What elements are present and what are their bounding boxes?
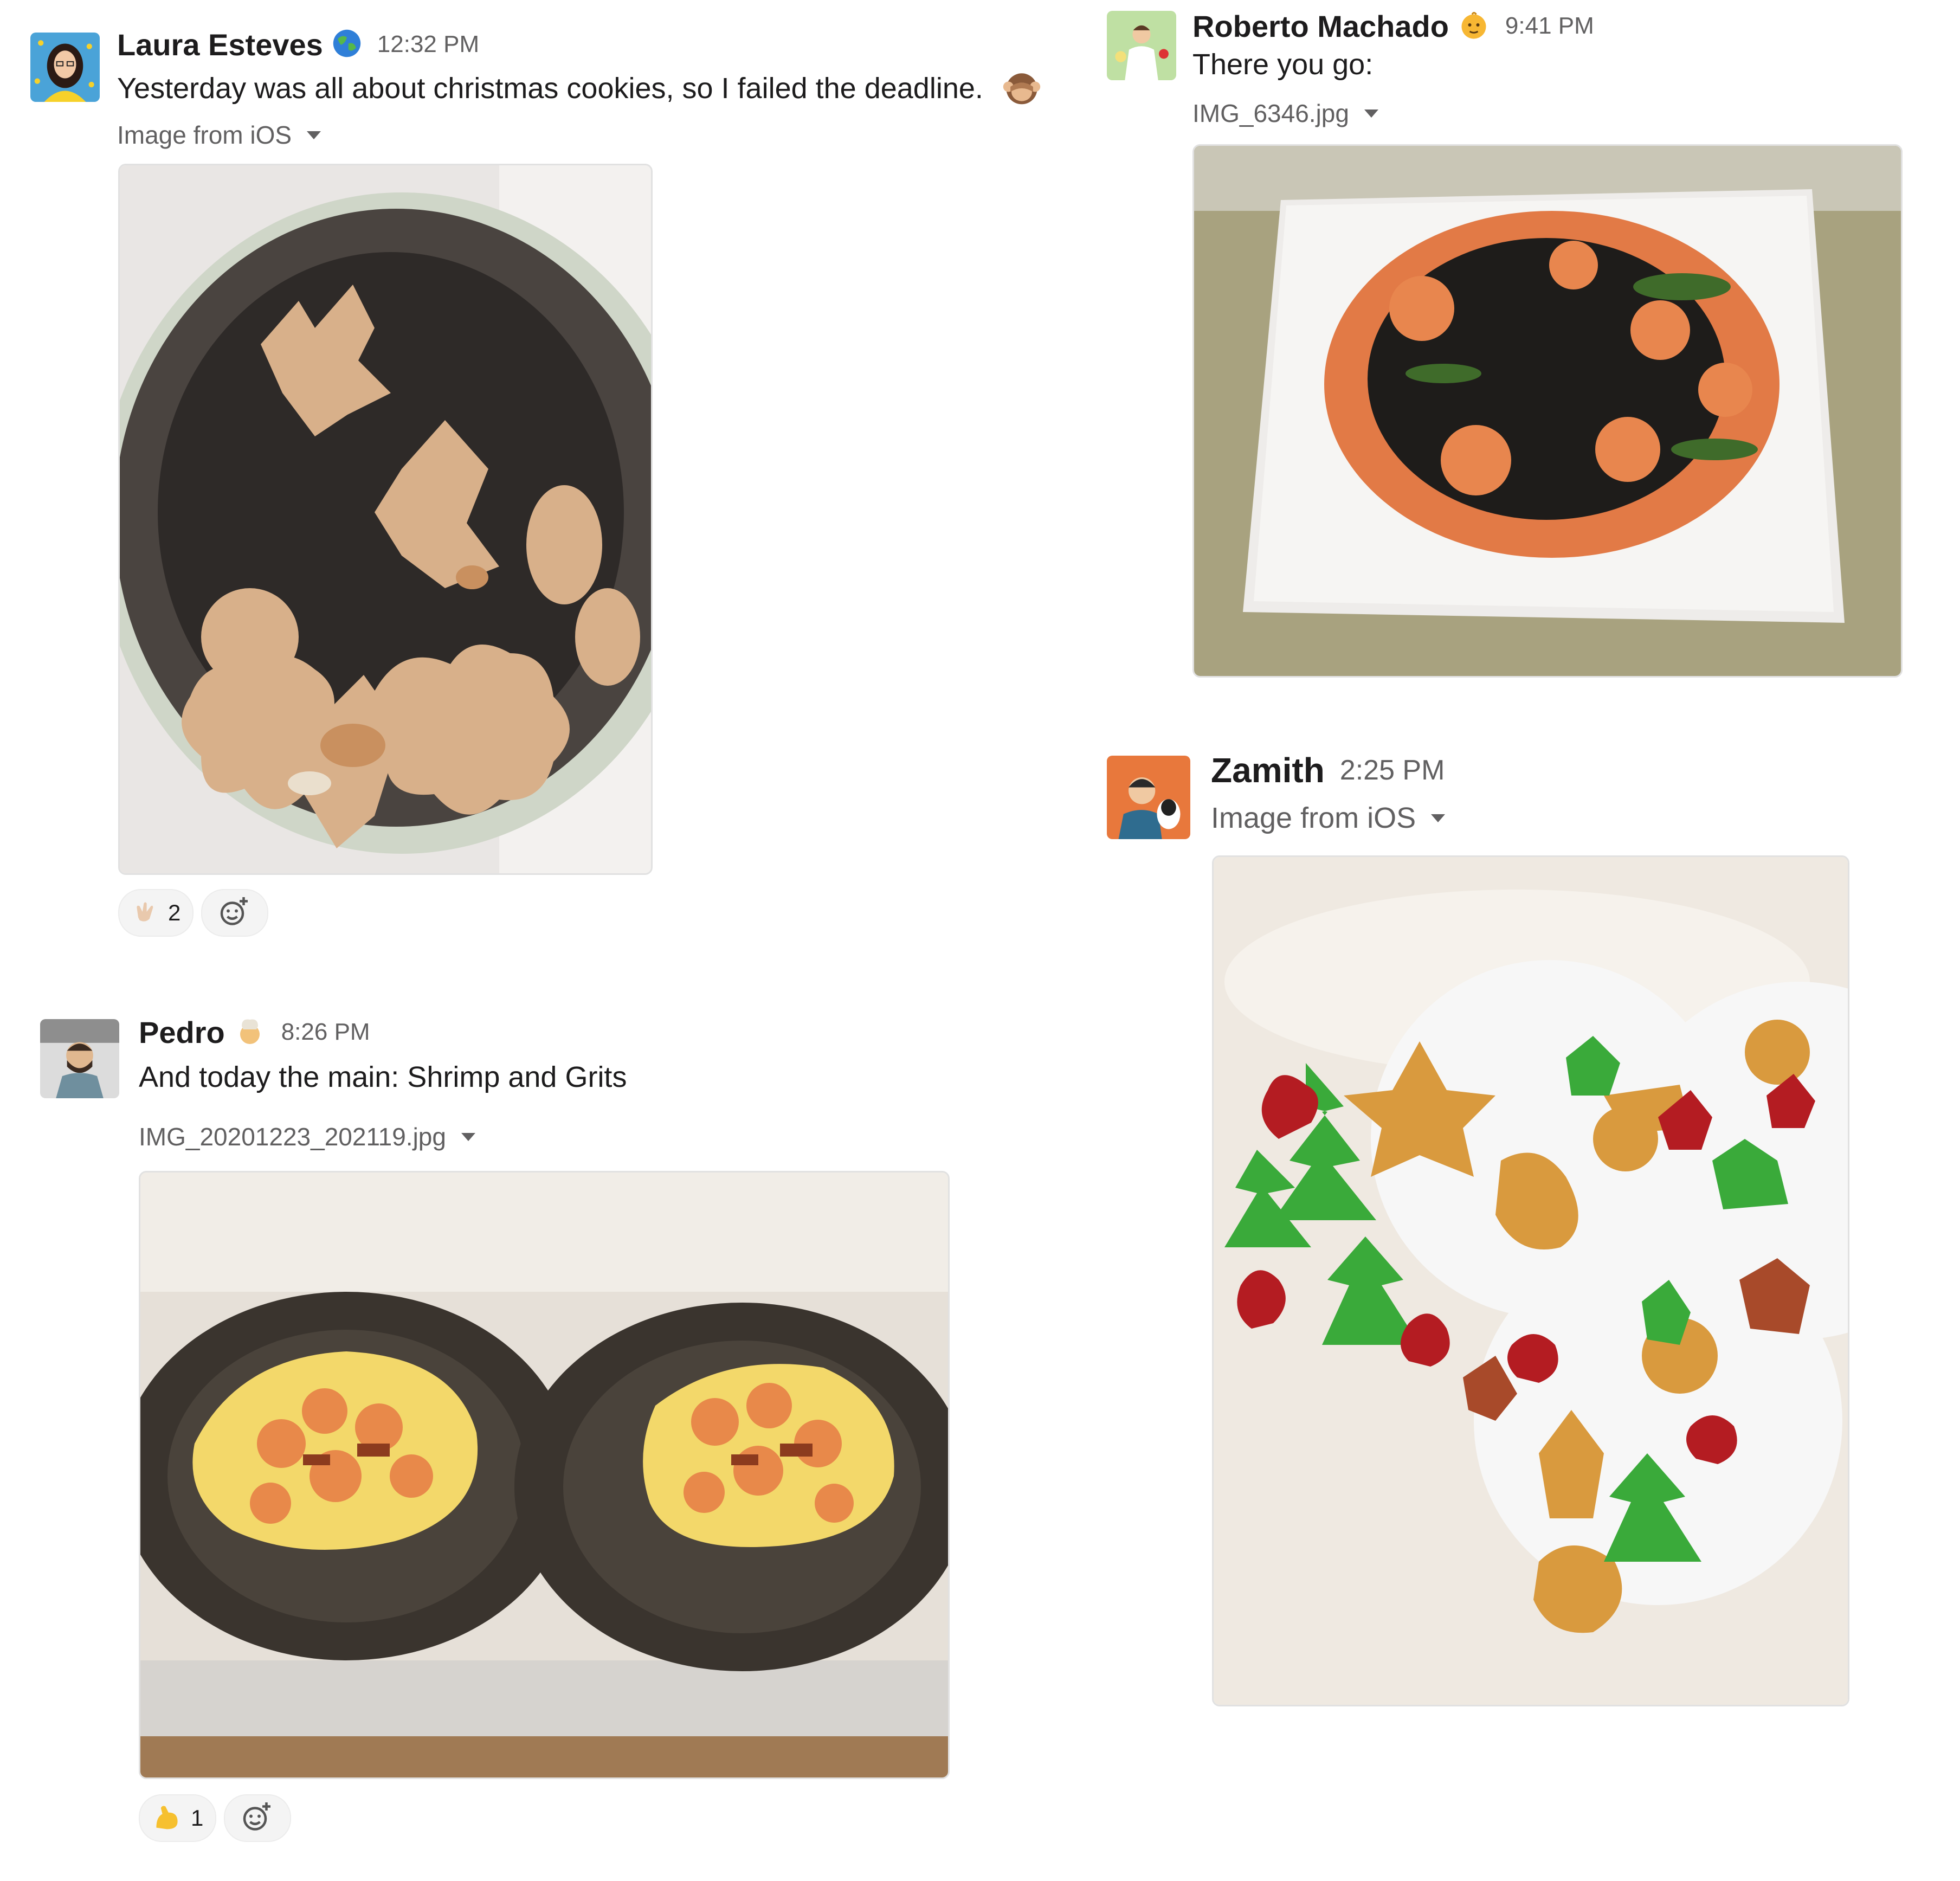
image-decorated-gingerbread-cookies[interactable] <box>1212 855 1849 1706</box>
globe-icon <box>332 28 362 61</box>
timestamp[interactable]: 2:25 PM <box>1340 754 1445 787</box>
see-no-evil-monkey-icon <box>1001 66 1042 114</box>
add-reaction-icon <box>218 896 251 931</box>
message-text: And today the main: Shrimp and Grits <box>139 1061 627 1093</box>
author-name[interactable]: Zamith <box>1211 750 1325 790</box>
timestamp[interactable]: 9:41 PM <box>1505 12 1594 40</box>
clapping-hands-icon <box>131 898 159 929</box>
image-black-pasta-with-salmon[interactable] <box>1192 144 1903 678</box>
file-name-label: Image from iOS <box>1211 802 1416 834</box>
reaction-flex[interactable]: 1 <box>139 1794 217 1842</box>
reaction-count: 2 <box>168 900 181 925</box>
file-name-label: Image from iOS <box>117 121 292 149</box>
chevron-down-icon[interactable] <box>1431 814 1446 822</box>
author-name[interactable]: Roberto Machado <box>1192 9 1449 44</box>
file-name-label: IMG_6346.jpg <box>1192 99 1349 127</box>
file-name[interactable]: IMG_6346.jpg <box>1192 99 1378 128</box>
timestamp[interactable]: 8:26 PM <box>281 1019 370 1046</box>
chef-icon <box>234 1015 266 1050</box>
author-name[interactable]: Laura Esteves <box>117 27 323 62</box>
author-name[interactable]: Pedro <box>139 1015 225 1050</box>
file-name-label: IMG_20201223_202119.jpg <box>139 1123 446 1151</box>
baby-icon <box>1458 9 1490 44</box>
chevron-down-icon[interactable] <box>461 1132 475 1141</box>
chevron-down-icon[interactable] <box>307 131 321 139</box>
add-reaction-button[interactable] <box>224 1794 292 1842</box>
avatar-roberto-machado[interactable] <box>1107 11 1176 80</box>
image-shrimp-and-grits-plates[interactable] <box>139 1171 950 1779</box>
file-name[interactable]: Image from iOS <box>117 120 321 150</box>
image-christmas-cookies-in-tin[interactable] <box>118 164 653 875</box>
add-reaction-icon <box>241 1801 274 1836</box>
avatar-zamith[interactable] <box>1107 756 1190 839</box>
reaction-clap[interactable]: 2 <box>118 889 194 937</box>
avatar-pedro[interactable] <box>40 1019 119 1098</box>
flexed-biceps-icon <box>152 1802 182 1835</box>
file-name[interactable]: Image from iOS <box>1211 801 1446 835</box>
message-text: There you go: <box>1192 48 1374 81</box>
add-reaction-button[interactable] <box>201 889 269 937</box>
avatar-laura-esteves[interactable] <box>30 33 100 102</box>
message-text: Yesterday was all about christmas cookie… <box>117 72 983 105</box>
timestamp[interactable]: 12:32 PM <box>377 31 479 58</box>
file-name[interactable]: IMG_20201223_202119.jpg <box>139 1122 475 1151</box>
chevron-down-icon[interactable] <box>1364 109 1378 118</box>
reaction-count: 1 <box>191 1805 204 1831</box>
